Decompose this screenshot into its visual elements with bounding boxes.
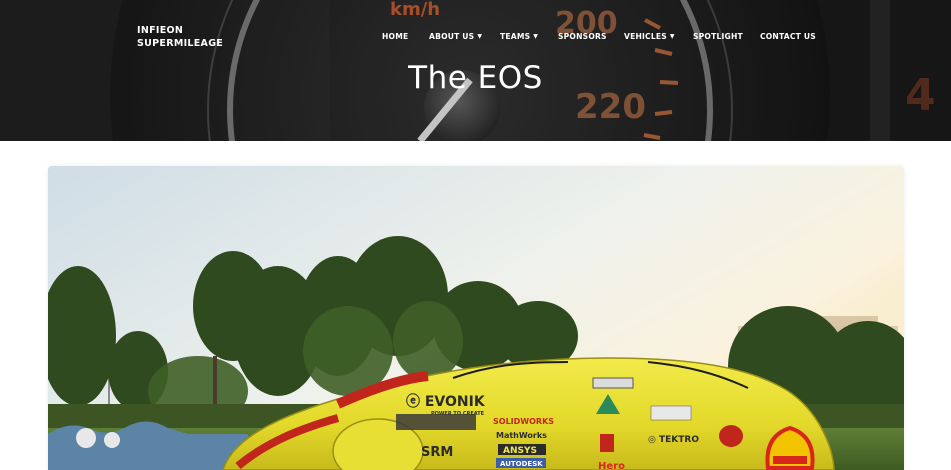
nav-item-spotlight[interactable]: SPOTLIGHT	[693, 32, 743, 41]
nav-item-contact-us[interactable]: CONTACT US	[760, 32, 816, 41]
nav-item-teams[interactable]: TEAMS ▼	[500, 32, 538, 41]
svg-text:◎ TEKTRO: ◎ TEKTRO	[648, 435, 699, 445]
chevron-down-icon: ▼	[533, 33, 539, 40]
chevron-down-icon: ▼	[669, 33, 675, 40]
car-photo-illustration: ⓔ EVONIK POWER TO CREATE SOLIDWORKS Math…	[48, 166, 904, 470]
svg-text:SOLIDWORKS: SOLIDWORKS	[493, 417, 554, 426]
nav-item-home[interactable]: HOME	[382, 32, 408, 41]
svg-text:AUTODESK: AUTODESK	[500, 460, 543, 468]
car-photo: ⓔ EVONIK POWER TO CREATE SOLIDWORKS Math…	[48, 166, 904, 470]
svg-text:ANSYS: ANSYS	[503, 446, 537, 456]
svg-text:Hero: Hero	[598, 461, 625, 470]
nav-item-sponsors[interactable]: SPONSORS	[558, 32, 607, 41]
page-title: The EOS	[408, 60, 543, 96]
nav-item-about-us[interactable]: ABOUT US ▼	[429, 32, 482, 41]
svg-text:MathWorks: MathWorks	[496, 431, 547, 440]
hero-header: 200 220 km/h 4 INFIEON SUPERMILEAGE HOME…	[0, 0, 951, 141]
chevron-down-icon: ▼	[477, 33, 483, 40]
main-nav: HOME ABOUT US ▼ TEAMS ▼ SPONSORS VEHICLES ▼…	[0, 32, 951, 44]
nav-item-vehicles[interactable]: VEHICLES ▼	[624, 32, 675, 41]
svg-text:SRM: SRM	[421, 445, 453, 460]
svg-text:ⓔ EVONIK: ⓔ EVONIK	[406, 393, 486, 410]
